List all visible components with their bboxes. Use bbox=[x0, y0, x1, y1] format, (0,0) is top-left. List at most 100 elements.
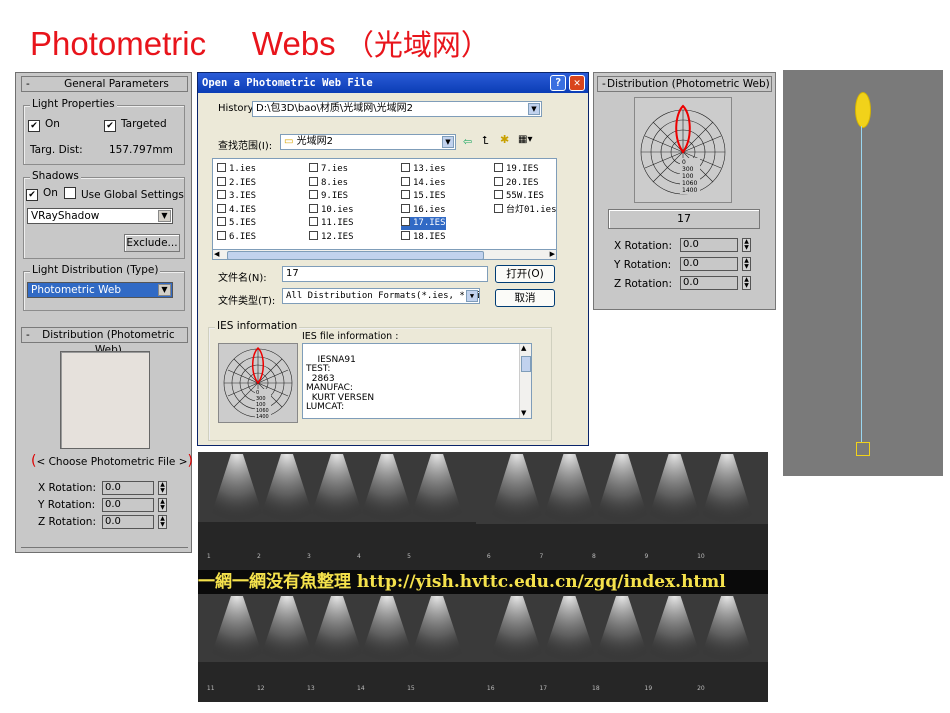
ies-file-icon bbox=[401, 163, 410, 172]
spinner-arrows-icon[interactable]: ▲ ▼ bbox=[742, 238, 751, 252]
up-folder-icon[interactable]: ⮤ bbox=[482, 134, 489, 148]
chevron-down-icon: ▼ bbox=[442, 136, 454, 148]
look-in-combo[interactable]: ▭ 光域网2 ▼ bbox=[280, 134, 456, 150]
sample-number: 11 bbox=[207, 685, 215, 692]
file-item[interactable]: 16.ies bbox=[401, 203, 446, 217]
ies-file-icon bbox=[401, 190, 410, 199]
exclude-button[interactable]: Exclude... bbox=[124, 234, 180, 252]
distribution-rollout[interactable]: - Distribution (Photometric Web) bbox=[597, 76, 772, 92]
file-item[interactable]: 10.ies bbox=[309, 203, 354, 217]
file-item[interactable]: 1.ies bbox=[217, 163, 256, 176]
file-list[interactable]: 1.ies 2.IES 3.IES 4.IES 5.IES 6.IES 7.ies 8.ies… bbox=[212, 158, 557, 250]
file-item[interactable]: 3.IES bbox=[217, 190, 256, 203]
close-button[interactable]: ✕ bbox=[569, 75, 585, 91]
view-menu-icon[interactable]: ▦▾ bbox=[518, 134, 532, 145]
spinner-arrows-icon[interactable]: ▲ ▼ bbox=[158, 481, 167, 495]
z-rotation-spinner[interactable]: 0.0 bbox=[680, 276, 738, 290]
file-item[interactable]: 13.ies bbox=[401, 163, 446, 176]
file-item[interactable]: 台灯01.ies bbox=[494, 203, 557, 217]
file-item[interactable]: 8.ies bbox=[309, 176, 348, 190]
file-item[interactable]: 12.IES bbox=[309, 230, 354, 244]
viewport-light-preview[interactable] bbox=[783, 70, 943, 476]
spinner-arrows-icon[interactable]: ▲ ▼ bbox=[158, 515, 167, 529]
z-rotation-spinner[interactable]: 0.0 bbox=[102, 515, 154, 529]
rollout-title: Distribution (Photometric Web) bbox=[42, 329, 175, 356]
new-folder-icon[interactable]: ✱ bbox=[500, 133, 509, 146]
scroll-up-icon[interactable]: ▲ bbox=[521, 344, 526, 354]
ies-info-text[interactable]: IESNA91 TEST: 2863 MANUFAC: KURT VERSEN … bbox=[302, 343, 532, 419]
ies-text-content: IESNA91 TEST: 2863 MANUFAC: KURT VERSEN … bbox=[306, 354, 375, 412]
dialog-titlebar: Open a Photometric Web File ? ✕ bbox=[198, 73, 588, 93]
file-item[interactable]: 18.IES bbox=[401, 230, 446, 244]
history-combo[interactable]: D:\包3D\bao\材质\光域网\光域网2 ▼ bbox=[252, 101, 542, 117]
spinner-arrows-icon[interactable]: ▲ ▼ bbox=[742, 276, 751, 290]
bracket-right-icon: ) bbox=[187, 453, 193, 469]
file-item[interactable]: 15.IES bbox=[401, 190, 446, 203]
scroll-thumb[interactable] bbox=[521, 356, 531, 372]
general-parameters-rollout[interactable]: - General Parameters bbox=[21, 76, 188, 92]
vertical-scrollbar[interactable]: ▲ ▼ bbox=[519, 344, 531, 418]
sample-number: 9 bbox=[645, 553, 649, 560]
file-item[interactable]: 14.ies bbox=[401, 176, 446, 190]
file-item[interactable]: 17.IES bbox=[401, 217, 446, 230]
scroll-right-icon[interactable]: ▶ bbox=[550, 250, 555, 258]
filename-input[interactable]: 17 bbox=[282, 266, 488, 282]
x-rotation-spinner[interactable]: 0.0 bbox=[102, 481, 154, 495]
chart-value: 100 bbox=[682, 173, 694, 180]
rollout-title: Distribution (Photometric Web) bbox=[607, 78, 770, 90]
sample-number: 7 bbox=[539, 553, 543, 560]
file-item[interactable]: 5.IES bbox=[217, 217, 256, 230]
rollout-collapse-icon: - bbox=[26, 78, 30, 90]
file-item[interactable]: 2.IES bbox=[217, 176, 256, 190]
ies-file-info-label: IES file information : bbox=[302, 331, 399, 342]
filetype-combo[interactable]: All Distribution Formats(*.ies, *.ci ▼ bbox=[282, 288, 480, 304]
sample-number: 10 bbox=[697, 553, 705, 560]
distribution-panel-right: - Distribution (Photometric Web) 0 300 1… bbox=[593, 72, 776, 310]
horizontal-scrollbar[interactable]: ◀ ▶ bbox=[212, 249, 557, 260]
use-global-settings-checkbox[interactable]: Use Global Settings bbox=[64, 187, 184, 201]
chevron-down-icon: ▼ bbox=[528, 103, 540, 115]
ies-file-icon bbox=[309, 217, 318, 226]
on-checkbox[interactable]: ✔ On bbox=[28, 118, 60, 132]
file-item[interactable]: 20.IES bbox=[494, 176, 539, 190]
file-item[interactable]: 55W.IES bbox=[494, 190, 544, 203]
sample-number: 17 bbox=[539, 685, 547, 692]
rollout-divider bbox=[21, 547, 188, 552]
scroll-down-icon[interactable]: ▼ bbox=[521, 409, 526, 419]
sample-number: 1 bbox=[207, 553, 211, 560]
scroll-thumb[interactable] bbox=[227, 251, 484, 260]
distribution-rollout[interactable]: - Distribution (Photometric Web) bbox=[21, 327, 188, 356]
spinner-arrows-icon[interactable]: ▲ ▼ bbox=[742, 257, 751, 271]
back-arrow-icon[interactable]: ⇦ bbox=[463, 135, 472, 148]
render-sample-1-5: 1 2 3 4 5 bbox=[198, 452, 476, 570]
targeted-checkbox[interactable]: ✔ Targeted bbox=[104, 118, 167, 132]
file-name: 18.IES bbox=[413, 231, 446, 242]
choose-photometric-file-button[interactable]: (< Choose Photometric File >) bbox=[31, 453, 193, 469]
z-rotation-label: Z Rotation: bbox=[614, 278, 672, 290]
light-distribution-dropdown[interactable]: Photometric Web ▼ bbox=[27, 282, 173, 298]
file-item[interactable]: 11.IES bbox=[309, 217, 354, 230]
y-rotation-spinner[interactable]: 0.0 bbox=[102, 498, 154, 512]
file-name: 13.ies bbox=[413, 164, 446, 174]
file-name: 20.IES bbox=[506, 177, 539, 188]
shadows-on-checkbox[interactable]: ✔ On bbox=[26, 187, 58, 201]
file-name: 1.ies bbox=[229, 164, 257, 174]
file-item[interactable]: 4.IES bbox=[217, 203, 256, 217]
file-name-button[interactable]: 17 bbox=[608, 209, 760, 229]
spinner-arrows-icon[interactable]: ▲ ▼ bbox=[158, 498, 167, 512]
help-button[interactable]: ? bbox=[550, 75, 566, 91]
source-caption: 一網一網没有魚整理 http://yish.hvttc.edu.cn/zgq/i… bbox=[198, 570, 768, 594]
scroll-left-icon[interactable]: ◀ bbox=[214, 250, 219, 258]
ies-file-icon bbox=[217, 163, 226, 172]
file-item[interactable]: 9.IES bbox=[309, 190, 348, 203]
x-rotation-spinner[interactable]: 0.0 bbox=[680, 238, 738, 252]
shadow-type-dropdown[interactable]: VRayShadow ▼ bbox=[27, 208, 173, 224]
file-name: 台灯01.ies bbox=[506, 204, 557, 215]
cancel-button[interactable]: 取消 bbox=[495, 289, 555, 307]
open-button[interactable]: 打开(O) bbox=[495, 265, 555, 283]
y-rotation-spinner[interactable]: 0.0 bbox=[680, 257, 738, 271]
file-item[interactable]: 6.IES bbox=[217, 230, 256, 244]
file-item[interactable]: 19.IES bbox=[494, 163, 539, 176]
ies-file-icon bbox=[309, 230, 318, 240]
file-item[interactable]: 7.ies bbox=[309, 163, 348, 176]
